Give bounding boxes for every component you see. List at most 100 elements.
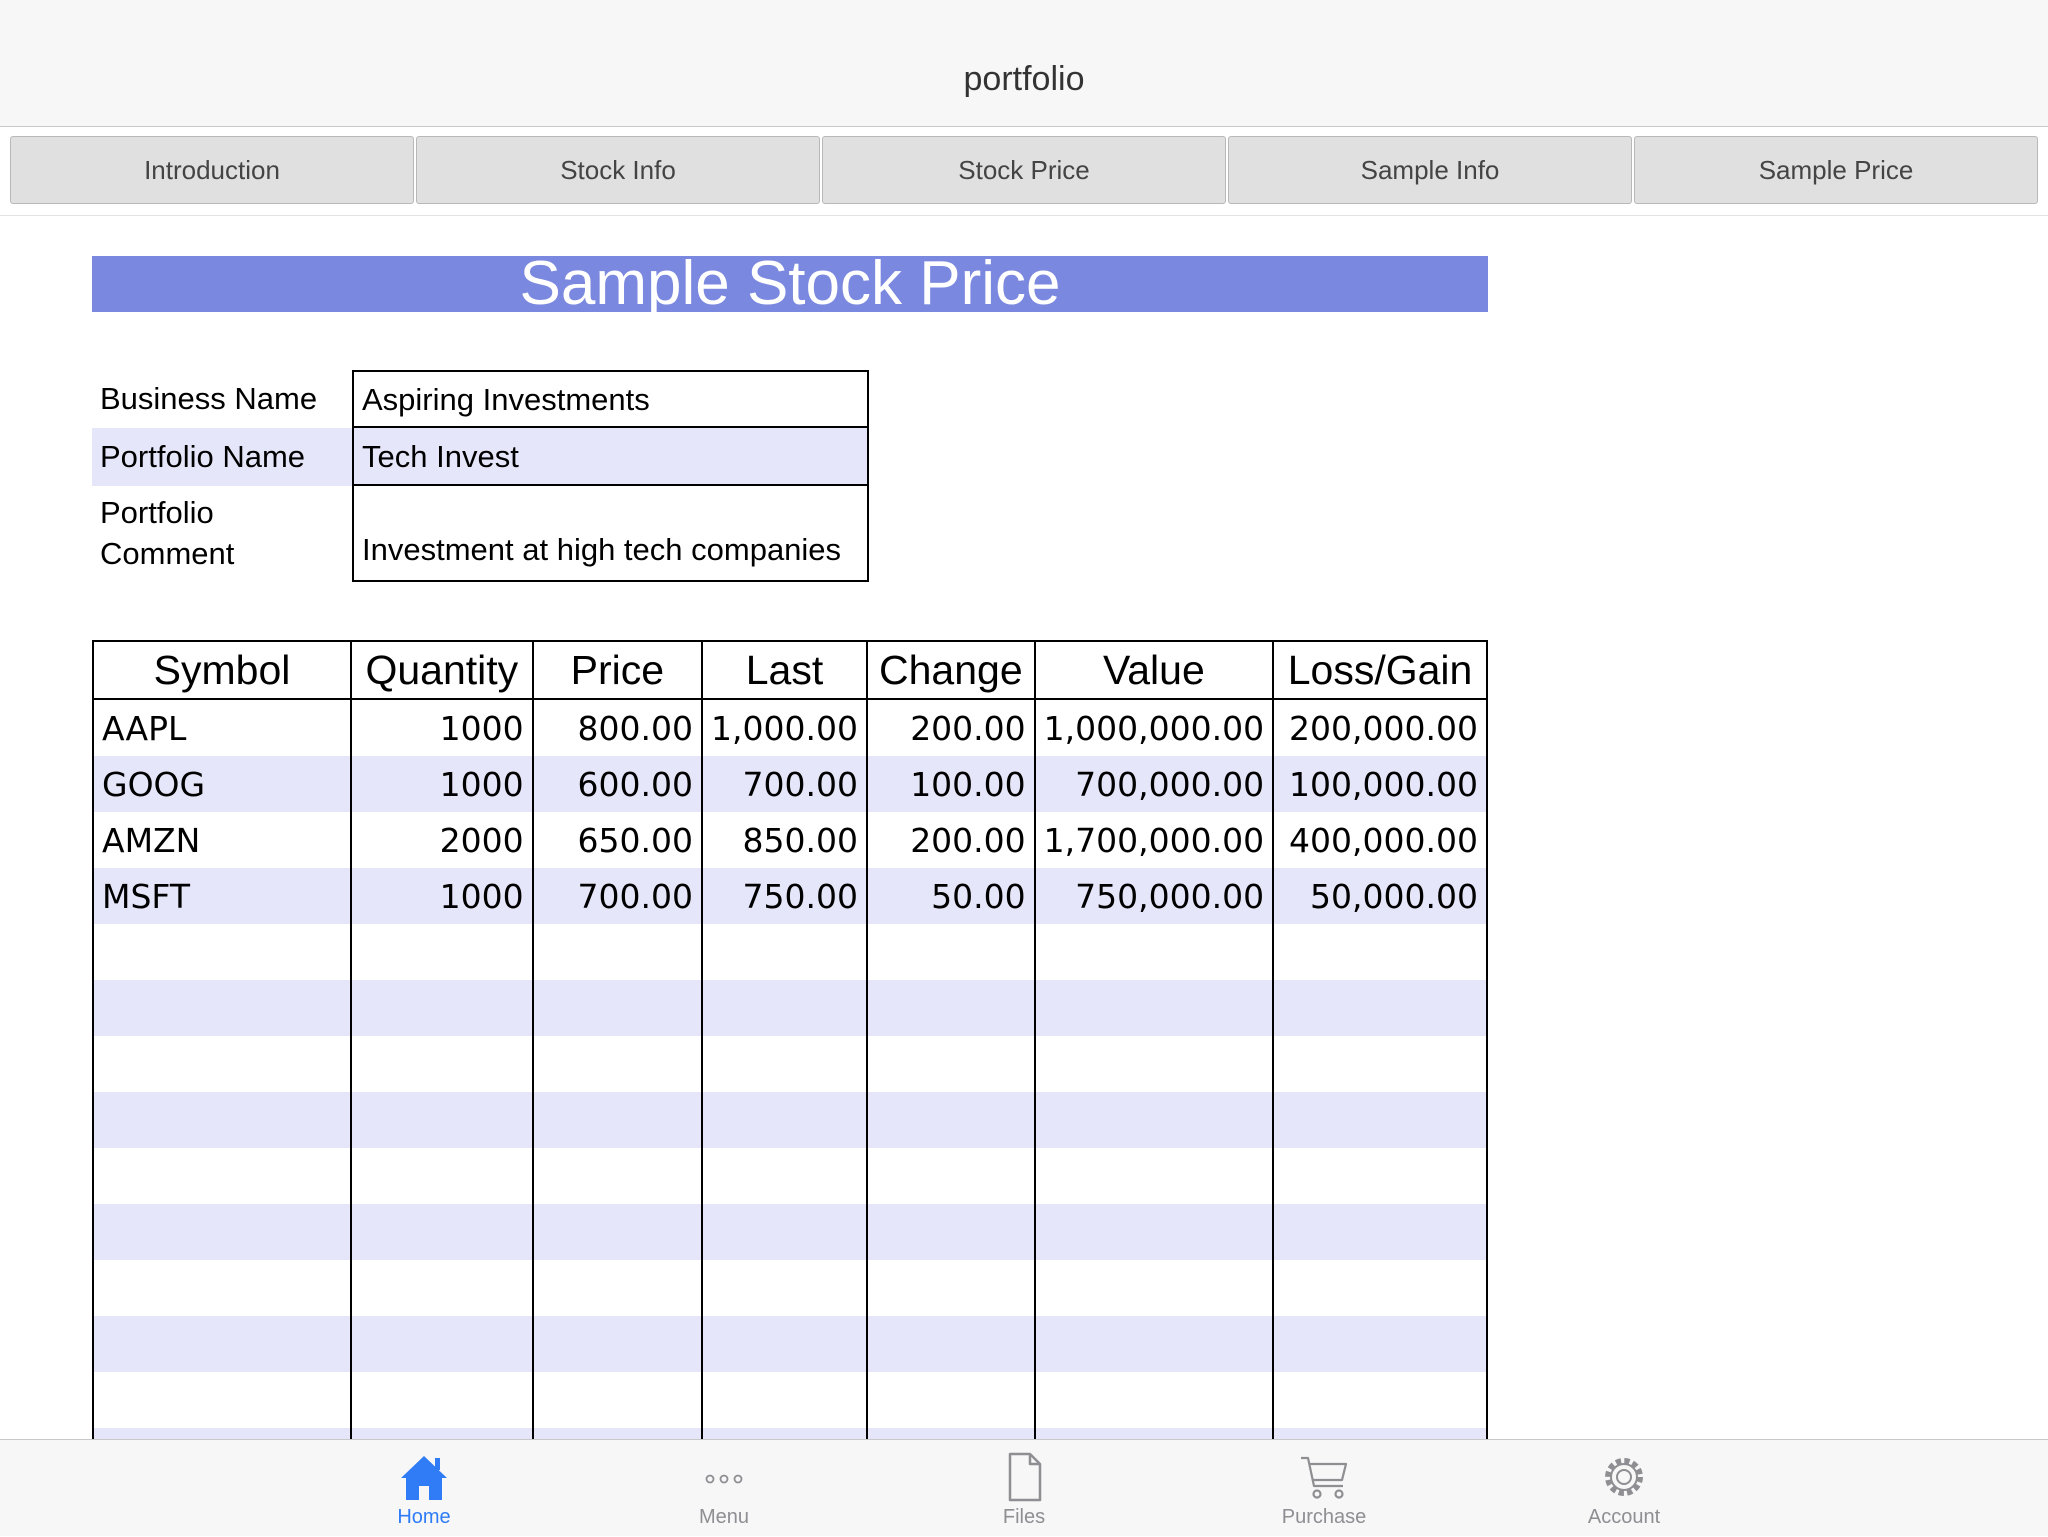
empty-cell[interactable]: [865, 1204, 1036, 1260]
column-header-change[interactable]: Change: [865, 640, 1036, 700]
empty-cell[interactable]: [701, 1204, 868, 1260]
cell-last[interactable]: 1,000.00: [701, 699, 868, 756]
empty-cell[interactable]: [91, 1092, 353, 1148]
empty-cell[interactable]: [91, 1372, 353, 1428]
empty-cell[interactable]: [1033, 924, 1275, 980]
cell-quantity[interactable]: 2000: [350, 812, 534, 868]
empty-cell[interactable]: [531, 924, 704, 980]
empty-cell[interactable]: [91, 1260, 353, 1316]
empty-cell[interactable]: [1272, 1316, 1488, 1372]
cell-value[interactable]: 750,000.00: [1033, 868, 1275, 924]
cell-loss-gain[interactable]: 50,000.00: [1272, 868, 1488, 924]
cell-value[interactable]: 1,700,000.00: [1033, 812, 1275, 868]
empty-cell[interactable]: [1272, 1372, 1488, 1428]
empty-cell[interactable]: [350, 980, 534, 1036]
empty-cell[interactable]: [91, 1316, 353, 1372]
empty-cell[interactable]: [350, 1092, 534, 1148]
tabbar-item-files[interactable]: Files: [924, 1440, 1124, 1537]
empty-cell[interactable]: [701, 1148, 868, 1204]
empty-cell[interactable]: [350, 924, 534, 980]
cell-price[interactable]: 700.00: [531, 868, 704, 924]
empty-cell[interactable]: [531, 1316, 704, 1372]
empty-cell[interactable]: [1272, 924, 1488, 980]
empty-cell[interactable]: [350, 1204, 534, 1260]
cell-value[interactable]: 700,000.00: [1033, 756, 1275, 812]
tabbar-item-menu[interactable]: Menu: [624, 1440, 824, 1537]
cell-quantity[interactable]: 1000: [350, 699, 534, 756]
empty-cell[interactable]: [701, 1372, 868, 1428]
empty-cell[interactable]: [701, 1260, 868, 1316]
empty-cell[interactable]: [701, 980, 868, 1036]
empty-cell[interactable]: [91, 1148, 353, 1204]
cell-last[interactable]: 850.00: [701, 812, 868, 868]
empty-cell[interactable]: [1272, 1148, 1488, 1204]
empty-cell[interactable]: [531, 980, 704, 1036]
empty-cell[interactable]: [1272, 1036, 1488, 1092]
empty-cell[interactable]: [701, 1036, 868, 1092]
cell-symbol[interactable]: MSFT: [91, 868, 353, 924]
column-header-value[interactable]: Value: [1033, 640, 1275, 700]
empty-cell[interactable]: [1033, 1260, 1275, 1316]
portfolio-comment-cell[interactable]: Investment at high tech companies: [352, 484, 869, 582]
cell-last[interactable]: 700.00: [701, 756, 868, 812]
column-header-symbol[interactable]: Symbol: [91, 640, 353, 700]
empty-cell[interactable]: [865, 1092, 1036, 1148]
empty-cell[interactable]: [865, 1372, 1036, 1428]
cell-change[interactable]: 50.00: [865, 868, 1036, 924]
empty-cell[interactable]: [1033, 1036, 1275, 1092]
cell-loss-gain[interactable]: 100,000.00: [1272, 756, 1488, 812]
cell-change[interactable]: 100.00: [865, 756, 1036, 812]
empty-cell[interactable]: [531, 1036, 704, 1092]
empty-cell[interactable]: [531, 1092, 704, 1148]
column-header-loss-gain[interactable]: Loss/Gain: [1272, 640, 1488, 700]
tabbar-item-account[interactable]: Account: [1524, 1440, 1724, 1537]
column-header-last[interactable]: Last: [701, 640, 868, 700]
column-header-price[interactable]: Price: [531, 640, 704, 700]
cell-change[interactable]: 200.00: [865, 812, 1036, 868]
cell-quantity[interactable]: 1000: [350, 756, 534, 812]
empty-cell[interactable]: [91, 1036, 353, 1092]
empty-cell[interactable]: [701, 1316, 868, 1372]
cell-price[interactable]: 650.00: [531, 812, 704, 868]
empty-cell[interactable]: [1272, 1260, 1488, 1316]
empty-cell[interactable]: [865, 1316, 1036, 1372]
cell-symbol[interactable]: GOOG: [91, 756, 353, 812]
empty-cell[interactable]: [701, 924, 868, 980]
empty-cell[interactable]: [350, 1260, 534, 1316]
cell-loss-gain[interactable]: 400,000.00: [1272, 812, 1488, 868]
cell-quantity[interactable]: 1000: [350, 868, 534, 924]
empty-cell[interactable]: [1033, 980, 1275, 1036]
tab-sample-price[interactable]: Sample Price: [1634, 136, 2038, 204]
empty-cell[interactable]: [865, 1148, 1036, 1204]
empty-cell[interactable]: [91, 924, 353, 980]
cell-value[interactable]: 1,000,000.00: [1033, 699, 1275, 756]
empty-cell[interactable]: [350, 1148, 534, 1204]
empty-cell[interactable]: [701, 1092, 868, 1148]
tab-introduction[interactable]: Introduction: [10, 136, 414, 204]
empty-cell[interactable]: [1033, 1316, 1275, 1372]
empty-cell[interactable]: [531, 1260, 704, 1316]
empty-cell[interactable]: [531, 1204, 704, 1260]
cell-price[interactable]: 800.00: [531, 699, 704, 756]
empty-cell[interactable]: [91, 1204, 353, 1260]
empty-cell[interactable]: [865, 980, 1036, 1036]
business-name-cell[interactable]: Aspiring Investments: [352, 370, 869, 428]
portfolio-name-cell[interactable]: Tech Invest: [352, 426, 869, 486]
tabbar-item-home[interactable]: Home: [324, 1440, 524, 1537]
empty-cell[interactable]: [531, 1148, 704, 1204]
empty-cell[interactable]: [1033, 1204, 1275, 1260]
empty-cell[interactable]: [1272, 1092, 1488, 1148]
empty-cell[interactable]: [865, 1260, 1036, 1316]
tab-stock-info[interactable]: Stock Info: [416, 136, 820, 204]
empty-cell[interactable]: [1033, 1148, 1275, 1204]
empty-cell[interactable]: [91, 980, 353, 1036]
empty-cell[interactable]: [1033, 1092, 1275, 1148]
cell-price[interactable]: 600.00: [531, 756, 704, 812]
empty-cell[interactable]: [1272, 980, 1488, 1036]
cell-change[interactable]: 200.00: [865, 699, 1036, 756]
tab-sample-info[interactable]: Sample Info: [1228, 136, 1632, 204]
cell-loss-gain[interactable]: 200,000.00: [1272, 699, 1488, 756]
empty-cell[interactable]: [865, 924, 1036, 980]
empty-cell[interactable]: [1272, 1204, 1488, 1260]
cell-last[interactable]: 750.00: [701, 868, 868, 924]
